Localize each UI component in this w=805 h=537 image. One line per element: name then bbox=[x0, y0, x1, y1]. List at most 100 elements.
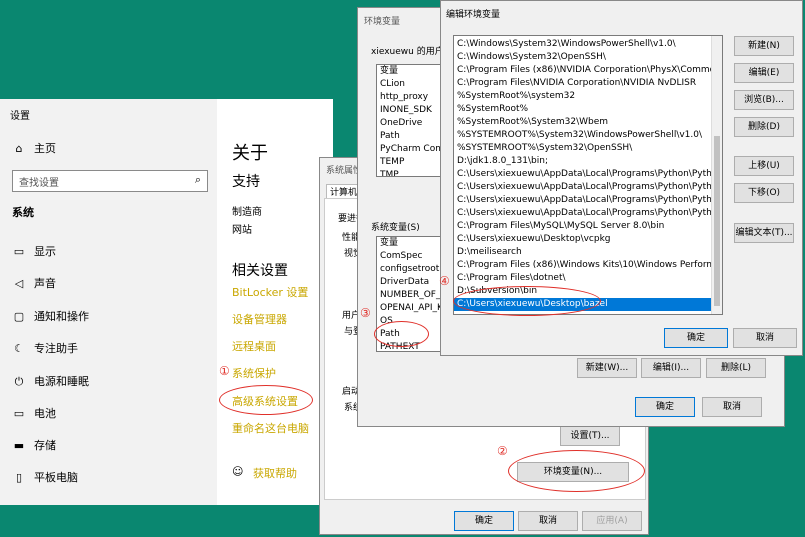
annotation-4: ④ bbox=[439, 274, 450, 288]
edit-env-ok-button[interactable]: 确定 bbox=[664, 328, 728, 348]
list-item[interactable]: OneDrive bbox=[377, 117, 445, 130]
moon-icon: ☾ bbox=[14, 342, 24, 355]
nav-item-storage[interactable]: ▬ 存储 bbox=[12, 436, 56, 456]
section-title: 系统 bbox=[12, 206, 34, 219]
edit-env-title: 编辑环境变量 bbox=[446, 10, 501, 20]
rename-pc-link[interactable]: 重命名这台电脑 bbox=[232, 420, 309, 436]
about-heading: 关于 bbox=[232, 143, 268, 164]
sysprops-cancel-button[interactable]: 取消 bbox=[518, 511, 578, 531]
list-item[interactable]: Path bbox=[377, 130, 445, 143]
tablet-icon: ▯ bbox=[15, 471, 23, 484]
list-item[interactable]: DriverData bbox=[377, 276, 445, 289]
system-var-delete-button[interactable]: 删除(L) bbox=[706, 358, 766, 378]
path-entry[interactable]: C:\Windows\System32\WindowsPowerShell\v1… bbox=[454, 38, 711, 51]
list-item[interactable]: INONE_SDK bbox=[377, 104, 445, 117]
path-entry[interactable]: %SystemRoot%\system32 bbox=[454, 90, 711, 103]
annotation-circle-bazel bbox=[453, 286, 601, 316]
battery-icon: ▭ bbox=[13, 407, 25, 420]
system-protection-link[interactable]: 系统保护 bbox=[232, 365, 276, 381]
path-entry[interactable]: %SYSTEMROOT%\System32\WindowsPowerShell\… bbox=[454, 129, 711, 142]
related-settings-heading: 相关设置 bbox=[232, 263, 288, 279]
nav-label: 存储 bbox=[34, 439, 56, 452]
list-item[interactable]: OPENAI_API_KE bbox=[377, 302, 445, 315]
nav-label: 平板电脑 bbox=[34, 471, 78, 484]
path-entry[interactable]: C:\Windows\System32\OpenSSH\ bbox=[454, 51, 711, 64]
list-item[interactable]: ComSpec bbox=[377, 250, 445, 263]
move-up-button[interactable]: 上移(U) bbox=[734, 156, 794, 176]
user-vars-header: 变量 bbox=[380, 66, 399, 76]
annotation-circle-advanced bbox=[219, 385, 313, 415]
path-entry[interactable]: C:\Program Files\NVIDIA Corporation\NVID… bbox=[454, 77, 711, 90]
speaker-icon: ◁ bbox=[14, 277, 24, 290]
nav-item-notifications[interactable]: ▢ 通知和操作 bbox=[12, 307, 89, 327]
nav-home[interactable]: ⌂ 主页 bbox=[12, 139, 57, 159]
startup-settings-button[interactable]: 设置(T)... bbox=[560, 426, 620, 446]
system-var-edit-button[interactable]: 编辑(I)... bbox=[641, 358, 701, 378]
path-entry[interactable]: C:\Users\xiexuewu\AppData\Local\Programs… bbox=[454, 194, 711, 207]
list-item[interactable]: TMP bbox=[377, 169, 445, 176]
nav-item-focus[interactable]: ☾ 专注助手 bbox=[12, 339, 78, 359]
path-entry[interactable]: C:\Program Files\dotnet\ bbox=[454, 272, 711, 285]
path-entry[interactable]: %SystemRoot% bbox=[454, 103, 711, 116]
delete-path-button[interactable]: 删除(D) bbox=[734, 117, 794, 137]
nav-label: 声音 bbox=[34, 277, 56, 290]
list-item[interactable]: PyCharm Comm bbox=[377, 143, 445, 156]
notification-icon: ▢ bbox=[13, 310, 25, 323]
sysprops-ok-button[interactable]: 确定 bbox=[454, 511, 514, 531]
nav-item-sound[interactable]: ◁ 声音 bbox=[12, 274, 56, 294]
edit-env-cancel-button[interactable]: 取消 bbox=[733, 328, 797, 348]
move-down-button[interactable]: 下移(O) bbox=[734, 183, 794, 203]
browse-button[interactable]: 浏览(B)... bbox=[734, 90, 794, 110]
path-entry[interactable]: C:\Program Files\MySQL\MySQL Server 8.0\… bbox=[454, 220, 711, 233]
path-entry[interactable]: D:\meilisearch bbox=[454, 246, 711, 259]
remote-desktop-link[interactable]: 远程桌面 bbox=[232, 338, 276, 354]
edit-path-button[interactable]: 编辑(E) bbox=[734, 63, 794, 83]
system-var-new-button[interactable]: 新建(W)... bbox=[577, 358, 637, 378]
nav-item-battery[interactable]: ▭ 电池 bbox=[12, 404, 56, 424]
support-heading: 支持 bbox=[232, 174, 260, 190]
sys-vars-header: 变量 bbox=[380, 238, 399, 248]
annotation-circle-path bbox=[374, 321, 429, 347]
list-item[interactable]: configsetroot bbox=[377, 263, 445, 276]
nav-item-tablet[interactable]: ▯ 平板电脑 bbox=[12, 468, 78, 488]
nav-item-display[interactable]: ▭ 显示 bbox=[12, 242, 56, 262]
new-path-button[interactable]: 新建(N) bbox=[734, 36, 794, 56]
nav-item-power[interactable]: ⏻ 电源和睡眠 bbox=[12, 372, 89, 392]
scrollbar-thumb[interactable] bbox=[714, 136, 720, 306]
path-entry[interactable]: D:\jdk1.8.0_131\bin; bbox=[454, 155, 711, 168]
path-list[interactable]: C:\Windows\System32\WindowsPowerShell\v1… bbox=[453, 35, 723, 315]
bitlocker-link[interactable]: BitLocker 设置 bbox=[232, 284, 308, 300]
path-entry[interactable]: C:\Users\xiexuewu\AppData\Local\Programs… bbox=[454, 168, 711, 181]
annotation-3: ③ bbox=[360, 306, 371, 320]
envvars-ok-button[interactable]: 确定 bbox=[635, 397, 695, 417]
get-help-link[interactable]: 获取帮助 bbox=[253, 465, 297, 481]
nav-label: 电池 bbox=[34, 407, 56, 420]
device-manager-link[interactable]: 设备管理器 bbox=[232, 311, 287, 327]
settings-title: 设置 bbox=[10, 111, 30, 122]
edit-text-button[interactable]: 编辑文本(T)... bbox=[734, 223, 794, 243]
path-entry[interactable]: C:\Users\xiexuewu\AppData\Local\Programs… bbox=[454, 207, 711, 220]
envvars-cancel-button[interactable]: 取消 bbox=[702, 397, 762, 417]
search-input[interactable]: 查找设置 ⌕ bbox=[12, 170, 208, 192]
settings-sidebar: 设置 ⌂ 主页 查找设置 ⌕ 系统 ▭ 显示 ◁ 声音 ▢ 通知和操作 ☾ 专注助手 ⏻ 电… bbox=[0, 99, 217, 505]
sysprops-apply-button[interactable]: 应用(A) bbox=[582, 511, 642, 531]
storage-icon: ▬ bbox=[13, 439, 25, 452]
path-entry[interactable]: %SystemRoot%\System32\Wbem bbox=[454, 116, 711, 129]
path-entry[interactable]: C:\Users\xiexuewu\AppData\Local\Programs… bbox=[454, 181, 711, 194]
path-entry[interactable]: C:\Program Files (x86)\Windows Kits\10\W… bbox=[454, 259, 711, 272]
manufacturer-label: 制造商 bbox=[232, 207, 262, 218]
path-entry[interactable]: C:\Users\xiexuewu\Desktop\vcpkg bbox=[454, 233, 711, 246]
user-vars-list[interactable]: 变量 CLion http_proxy INONE_SDK OneDrive P… bbox=[376, 64, 446, 177]
annotation-circle-env-button bbox=[508, 450, 645, 492]
path-entry[interactable]: C:\Program Files (x86)\NVIDIA Corporatio… bbox=[454, 64, 711, 77]
scrollbar[interactable] bbox=[711, 36, 722, 314]
envvars-title: 环境变量 bbox=[364, 17, 401, 27]
nav-label: 电源和睡眠 bbox=[34, 375, 89, 388]
search-icon: ⌕ bbox=[194, 173, 201, 186]
nav-home-label: 主页 bbox=[34, 142, 56, 155]
list-item[interactable]: NUMBER_OF_PR bbox=[377, 289, 445, 302]
path-entry[interactable]: %SYSTEMROOT%\System32\OpenSSH\ bbox=[454, 142, 711, 155]
list-item[interactable]: http_proxy bbox=[377, 91, 445, 104]
list-item[interactable]: CLion bbox=[377, 78, 445, 91]
list-item[interactable]: TEMP bbox=[377, 156, 445, 169]
